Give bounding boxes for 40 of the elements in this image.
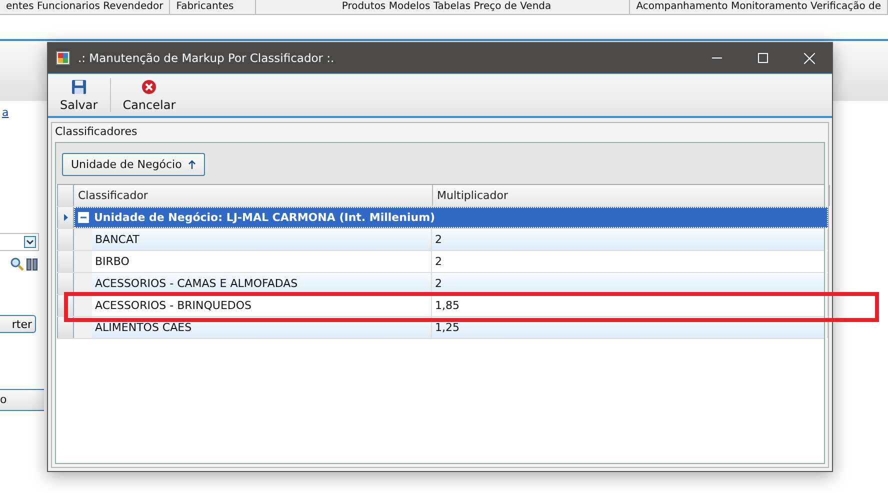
table-cell: 2: [432, 229, 828, 250]
cancel-icon: [141, 78, 158, 94]
close-icon: [804, 52, 814, 64]
row-indent: [74, 251, 92, 272]
group-title: Classificadores: [54, 124, 138, 140]
menu-group[interactable]: Acompanhamento Monitoramento Verificação de: [630, 0, 888, 14]
table-cell: 1,25: [432, 317, 828, 338]
row-header: [57, 251, 74, 272]
group-by-chip[interactable]: Unidade de Negócio: [62, 153, 205, 176]
table-cell: ACESSORIOS - CAMAS E ALMOFADAS: [92, 273, 432, 294]
link[interactable]: a: [2, 106, 44, 119]
binoculars-icon[interactable]: [26, 257, 38, 271]
column-header[interactable]: Classificador: [74, 185, 433, 206]
row-indent: [74, 295, 92, 316]
combo-box[interactable]: [0, 233, 39, 251]
maximize-icon: [758, 53, 768, 63]
group-row[interactable]: Unidade de Negócio: LJ-MAL CARMONA (Int. Millenium): [74, 207, 828, 228]
toolbar-button[interactable]: Cancelar: [116, 74, 182, 116]
column-header[interactable]: Multiplicador: [433, 185, 830, 206]
row-header: [57, 273, 74, 294]
toolbar-button[interactable]: Salvar: [54, 74, 104, 116]
search-icon[interactable]: [10, 257, 24, 271]
table-cell: BANCAT: [92, 229, 432, 250]
table-cell: 2: [432, 251, 828, 272]
collapse-icon[interactable]: [78, 212, 89, 223]
table-cell: ACESSORIOS - BRINQUEDOS: [92, 295, 432, 316]
menu-group[interactable]: Fabricantes: [170, 0, 256, 14]
table-cell: BIRBO: [92, 251, 432, 272]
sort-ascending-icon: [188, 160, 196, 169]
button[interactable]: rter: [0, 315, 36, 333]
table-cell: 1,85: [432, 295, 828, 316]
app-icon: [56, 51, 70, 65]
window-title: .: Manutenção de Markup Por Classificador :.: [78, 51, 334, 65]
tab[interactable]: o: [0, 389, 44, 411]
row-indent: [74, 229, 92, 250]
menu-group[interactable]: Produtos Modelos Tabelas Preço de Venda: [336, 0, 630, 14]
menu-group[interactable]: entes Funcionarios Revendedor: [0, 0, 170, 14]
table-cell: ALIMENTOS CAES: [92, 317, 432, 338]
table-cell: 2: [432, 273, 828, 294]
row-indent: [74, 273, 92, 294]
